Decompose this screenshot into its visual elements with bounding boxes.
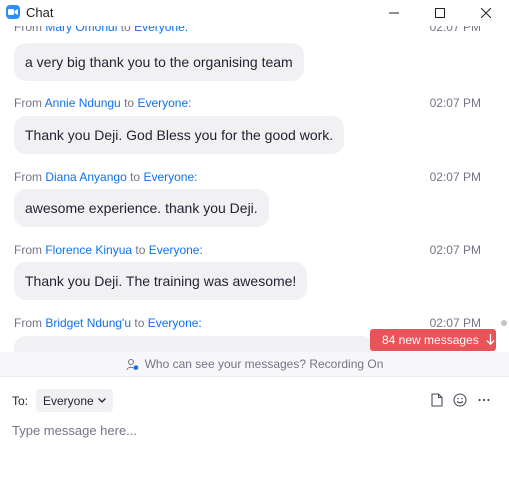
- new-messages-button[interactable]: 84 new messages: [370, 329, 496, 351]
- sender-name[interactable]: Annie Ndungu: [45, 96, 121, 110]
- more-button[interactable]: [475, 391, 493, 409]
- maximize-icon: [435, 8, 445, 18]
- sender-name[interactable]: Bridget Ndung'u: [45, 316, 131, 330]
- arrow-down-icon: [486, 333, 495, 348]
- close-button[interactable]: [463, 0, 509, 26]
- recipient-name: Everyone:: [134, 26, 189, 34]
- to-label: to: [130, 170, 141, 184]
- message-bubble[interactable]: awesome experience. thank you Deji.: [14, 189, 269, 227]
- zoom-camera-icon: [6, 5, 20, 19]
- message-header: From Bridget Ndung'u to Everyone:: [14, 316, 202, 330]
- title-bar: Chat: [0, 0, 509, 26]
- chat-message-list[interactable]: From Mary Omondi to Everyone: 02:07 PM a…: [0, 26, 509, 352]
- message-input[interactable]: [12, 420, 492, 440]
- scrollbar-thumb[interactable]: [501, 320, 507, 326]
- message-time: 02:07 PM: [429, 26, 481, 34]
- file-button[interactable]: [428, 391, 446, 409]
- recipient-dropdown[interactable]: Everyone: [36, 389, 113, 412]
- message-header: From Mary Omondi to Everyone:: [14, 26, 188, 34]
- close-icon: [481, 8, 491, 18]
- sender-name[interactable]: Diana Anyango: [45, 170, 126, 184]
- chevron-down-icon: [97, 398, 106, 403]
- message-header: From Annie Ndungu to Everyone:: [14, 96, 191, 110]
- recipient-name: Everyone:: [137, 96, 192, 110]
- window-title: Chat: [26, 5, 54, 20]
- recipient-value: Everyone: [43, 393, 94, 408]
- to-label: to: [135, 243, 146, 257]
- new-messages-label: 84 new messages: [382, 333, 479, 347]
- message-time: 02:07 PM: [429, 170, 481, 184]
- to-label: to: [134, 316, 145, 330]
- sender-name[interactable]: Florence Kinyua: [45, 243, 132, 257]
- message-header: From Florence Kinyua to Everyone:: [14, 243, 203, 257]
- message-bubble[interactable]: Thank you Deji. The training was awesome…: [14, 262, 308, 300]
- from-label: From: [14, 243, 42, 257]
- minimize-button[interactable]: [371, 0, 417, 26]
- people-icon: [126, 358, 139, 371]
- message-header: From Diana Anyango to Everyone:: [14, 170, 197, 184]
- minimize-icon: [389, 12, 399, 14]
- to-label: to: [124, 96, 135, 110]
- from-label: From: [14, 96, 42, 110]
- message-time: 02:07 PM: [429, 96, 481, 110]
- emoji-button[interactable]: [451, 391, 469, 409]
- privacy-text: Who can see your messages? Recording On: [144, 357, 384, 371]
- recipient-name: Everyone:: [143, 170, 198, 184]
- from-label: From: [14, 170, 42, 184]
- to-label: to: [120, 26, 131, 34]
- recipient-name: Everyone:: [148, 243, 203, 257]
- message-time: 02:07 PM: [429, 316, 481, 330]
- emoji-icon: [453, 393, 467, 407]
- recipient-name: Everyone:: [147, 316, 202, 330]
- message-bubble[interactable]: Thank you Deji. God Bless you for the go…: [14, 116, 345, 154]
- file-icon: [431, 393, 443, 407]
- from-label: From: [14, 26, 42, 34]
- to-label: To:: [12, 394, 29, 408]
- sender-name[interactable]: Mary Omondi: [45, 26, 117, 34]
- message-time: 02:07 PM: [429, 243, 481, 257]
- privacy-notice[interactable]: Who can see your messages? Recording On: [0, 352, 509, 377]
- from-label: From: [14, 316, 42, 330]
- maximize-button[interactable]: [417, 0, 463, 26]
- more-icon: [478, 398, 490, 402]
- message-bubble[interactable]: [14, 336, 374, 352]
- message-bubble[interactable]: a very big thank you to the organising t…: [14, 43, 304, 81]
